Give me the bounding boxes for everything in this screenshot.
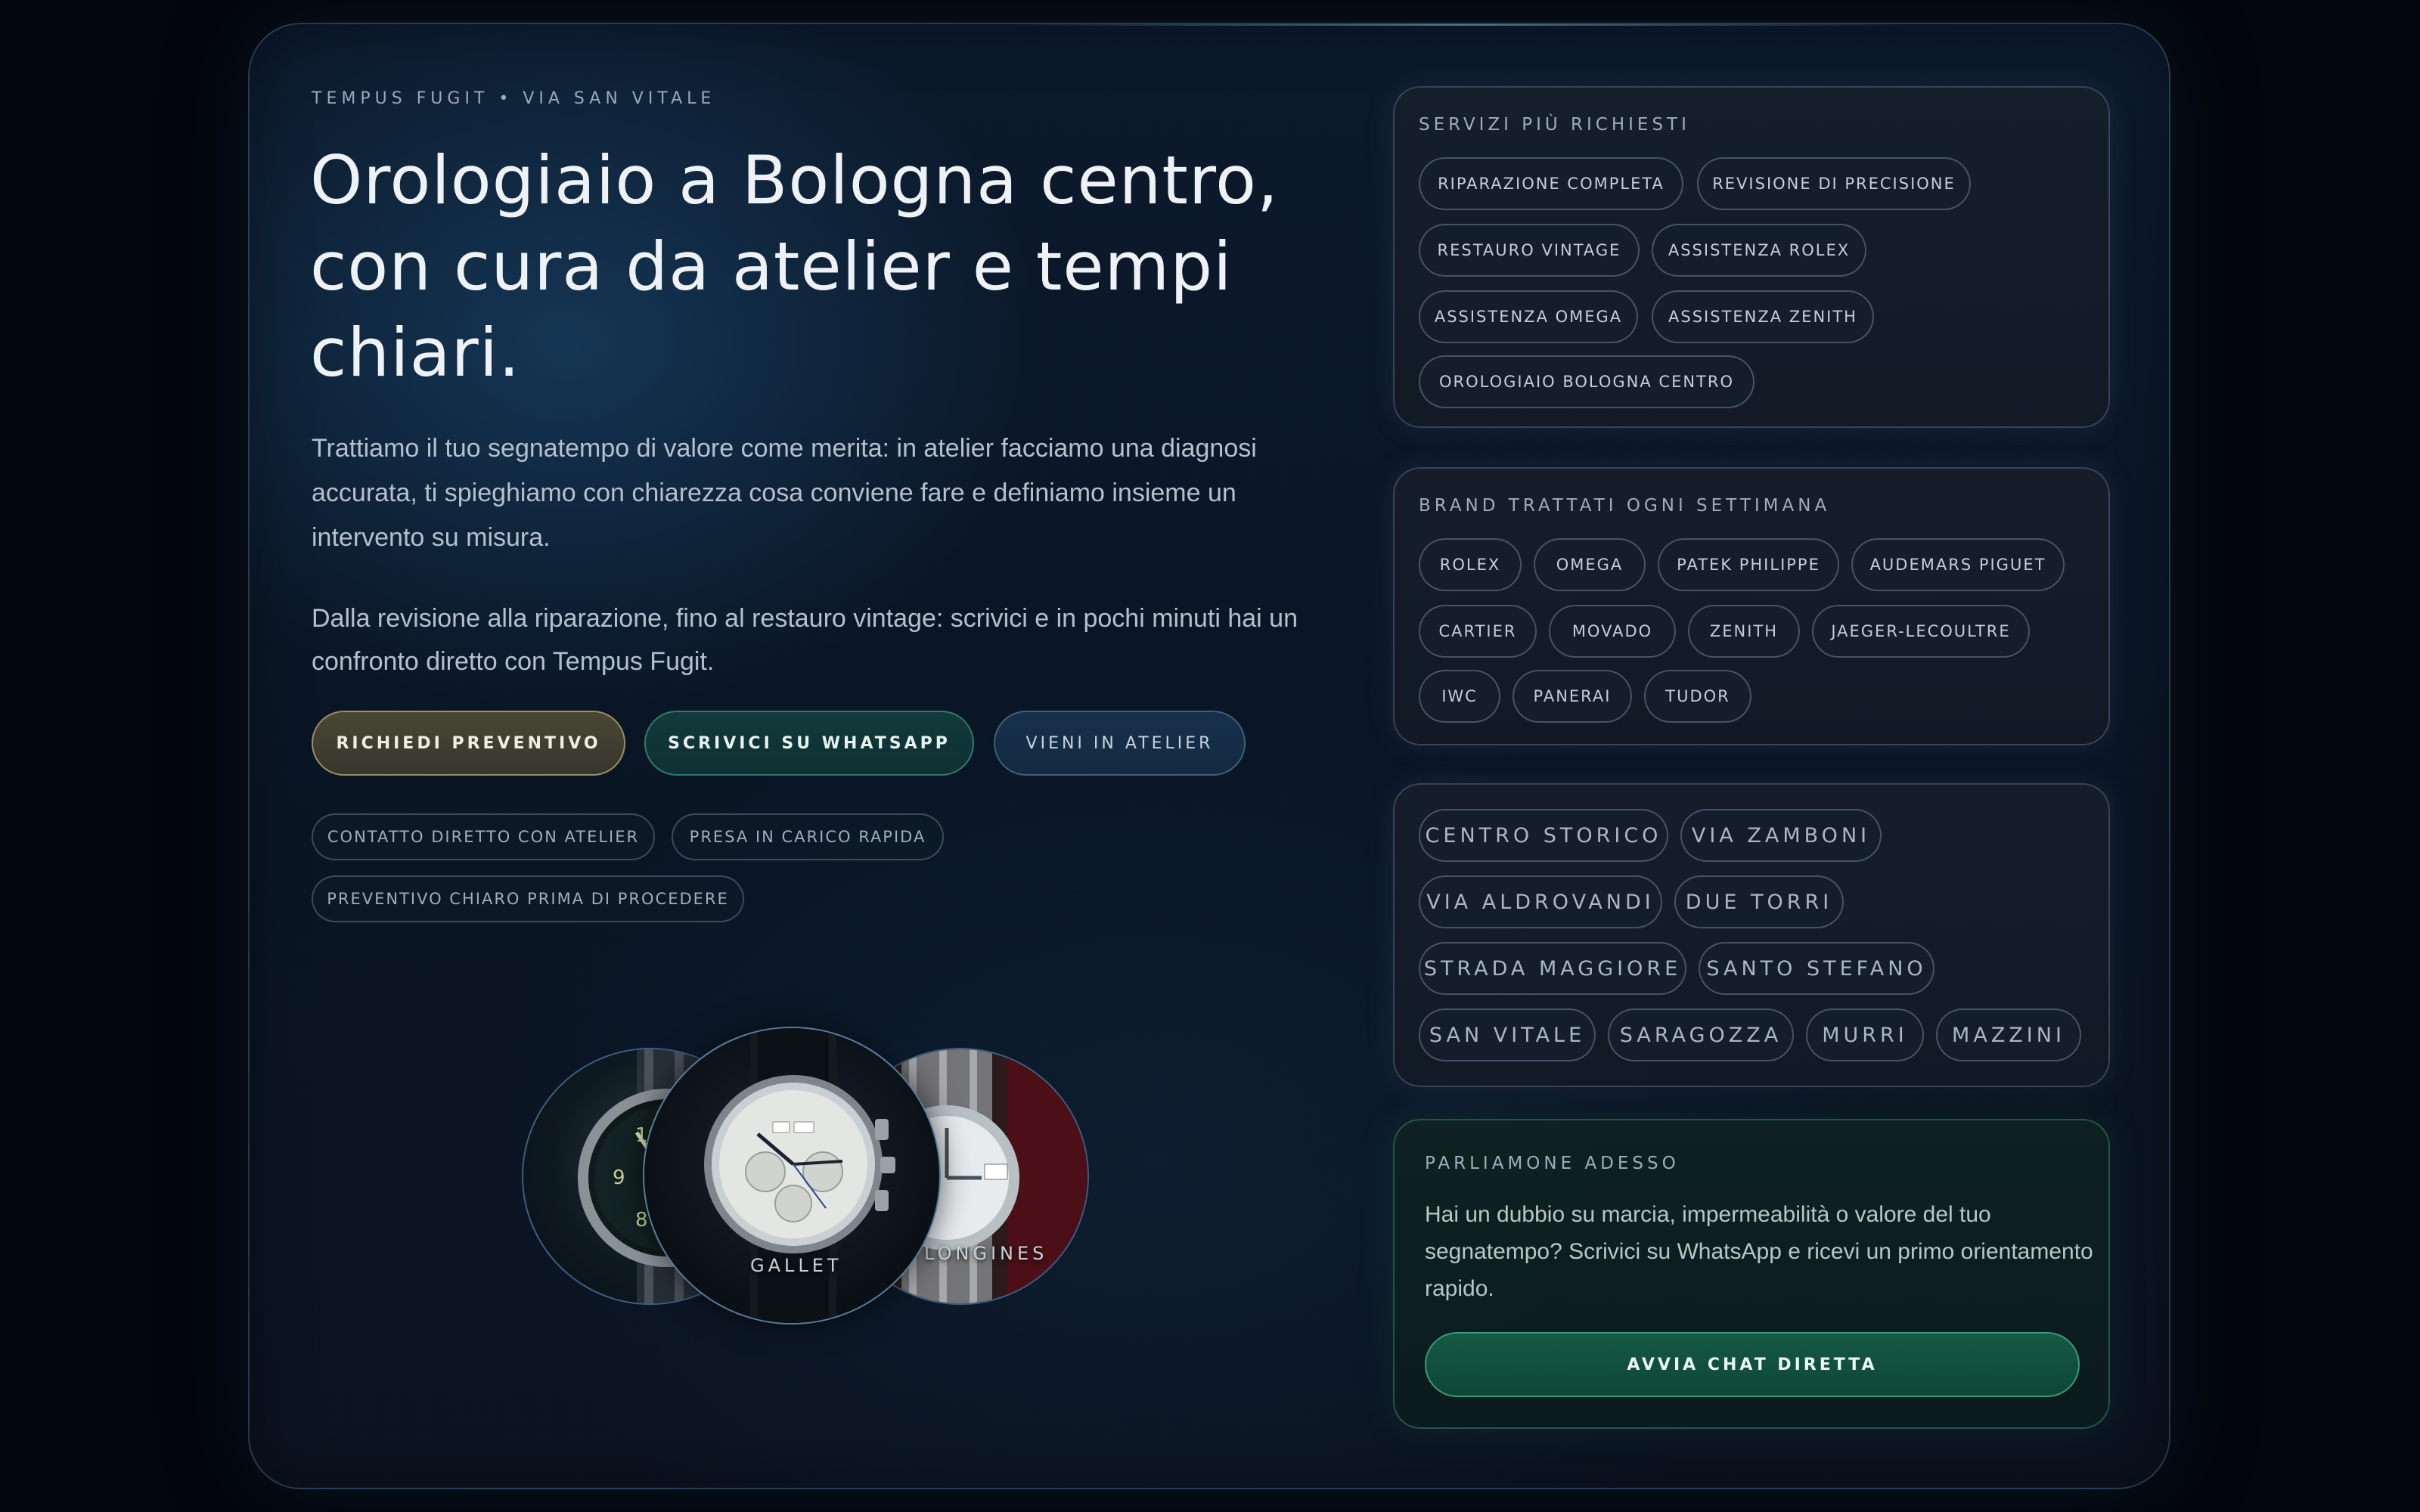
svg-text:9: 9 <box>613 1167 625 1189</box>
service-chip[interactable]: ASSISTENZA OMEGA <box>1419 290 1638 343</box>
brand-chip[interactable]: JAEGER-LECOULTRE <box>1812 605 2030 658</box>
intro-paragraph: Trattiamo il tuo segnatempo di valore co… <box>312 426 1295 560</box>
area-chip[interactable]: CENTRO STORICO <box>1419 809 1668 862</box>
areas-card: CENTRO STORICO VIA ZAMBONI VIA ALDROVAND… <box>1393 783 2110 1087</box>
brand-chip[interactable]: ZENITH <box>1688 605 1800 658</box>
start-chat-button[interactable]: AVVIA CHAT DIRETTA <box>1425 1332 2080 1397</box>
eyebrow-text: TEMPUS FUGIT • VIA SAN VITALE <box>312 89 716 108</box>
service-chip[interactable]: RESTAURO VINTAGE <box>1419 224 1640 277</box>
area-chip[interactable]: VIA ZAMBONI <box>1680 809 1882 862</box>
secondary-line: Dalla revisione alla riparazione, fino a… <box>312 604 1298 633</box>
brands-card: BRAND TRATTATI OGNI SETTIMANA ROLEX OMEG… <box>1393 467 2110 745</box>
svg-text:8: 8 <box>635 1209 648 1232</box>
secondary-line: confronto diretto con Tempus Fugit. <box>312 647 715 676</box>
area-chip[interactable]: MURRI <box>1806 1009 1924 1061</box>
request-quote-button[interactable]: RICHIEDI PREVENTIVO <box>312 711 625 776</box>
title-line: con cura da atelier e tempi <box>310 228 1233 305</box>
whatsapp-button[interactable]: SCRIVICI SU WHATSAPP <box>644 711 974 776</box>
title-line: Orologiaio a Bologna centro, <box>310 141 1279 219</box>
chat-line: rapido. <box>1425 1276 1494 1301</box>
brand-chip[interactable]: PANERAI <box>1512 670 1632 723</box>
hero-panel: TEMPUS FUGIT • VIA SAN VITALE Orologiaio… <box>248 23 2170 1489</box>
secondary-paragraph: Dalla revisione alla riparazione, fino a… <box>312 597 1298 683</box>
brand-chip[interactable]: IWC <box>1419 670 1500 723</box>
brand-chip[interactable]: CARTIER <box>1419 605 1537 658</box>
area-chip[interactable]: DUE TORRI <box>1674 875 1844 928</box>
brand-chip[interactable]: MOVADO <box>1549 605 1676 658</box>
trust-badge: PRESA IN CARICO RAPIDA <box>672 813 944 860</box>
intro-line: Trattiamo il tuo segnatempo di valore co… <box>312 434 1257 463</box>
watch-slide-center[interactable]: GALLET <box>643 1027 941 1325</box>
brand-chip[interactable]: PATEK PHILIPPE <box>1658 538 1839 591</box>
chat-card: PARLIAMONE ADESSO Hai un dubbio su marci… <box>1393 1119 2110 1429</box>
watch-carousel[interactable]: 10 9 8 7 LONGINES <box>476 972 1127 1350</box>
area-chip[interactable]: STRADA MAGGIORE <box>1419 942 1686 995</box>
brand-chip[interactable]: OMEGA <box>1534 538 1646 591</box>
services-title: SERVIZI PIÙ RICHIESTI <box>1419 115 1690 135</box>
top-divider <box>1006 24 1913 26</box>
area-chip[interactable]: SAN VITALE <box>1419 1009 1596 1061</box>
watch-label-center: GALLET <box>750 1255 842 1276</box>
brand-chip[interactable]: TUDOR <box>1644 670 1751 723</box>
service-chip[interactable]: REVISIONE DI PRECISIONE <box>1697 157 1971 210</box>
brand-chip[interactable]: AUDEMARS PIGUET <box>1851 538 2065 591</box>
brands-title: BRAND TRATTATI OGNI SETTIMANA <box>1419 496 1831 516</box>
watch-label-right: LONGINES <box>924 1243 1048 1264</box>
service-chip[interactable]: RIPARAZIONE COMPLETA <box>1419 157 1683 210</box>
area-chip[interactable]: SANTO STEFANO <box>1699 942 1934 995</box>
chat-description: Hai un dubbio su marcia, impermeabilità … <box>1425 1196 2093 1307</box>
chat-line: segnatempo? Scrivici su WhatsApp e ricev… <box>1425 1239 2093 1264</box>
service-chip[interactable]: ASSISTENZA ROLEX <box>1652 224 1866 277</box>
services-card: SERVIZI PIÙ RICHIESTI RIPARAZIONE COMPLE… <box>1393 86 2110 428</box>
chat-line: Hai un dubbio su marcia, impermeabilità … <box>1425 1202 1991 1227</box>
page-title: Orologiaio a Bologna centro, con cura da… <box>310 138 1369 396</box>
brand-chip[interactable]: ROLEX <box>1419 538 1522 591</box>
intro-line: intervento su misura. <box>312 523 551 552</box>
title-line: chiari. <box>310 314 521 392</box>
visit-atelier-button[interactable]: VIENI IN ATELIER <box>994 711 1246 776</box>
gallet-chronograph-image <box>704 1028 895 1323</box>
trust-badge: CONTATTO DIRETTO CON ATELIER <box>312 813 655 860</box>
area-chip[interactable]: SARAGOZZA <box>1608 1009 1794 1061</box>
intro-line: accurata, ti spieghiamo con chiarezza co… <box>312 479 1236 507</box>
chat-title: PARLIAMONE ADESSO <box>1425 1154 1680 1173</box>
service-chip[interactable]: ASSISTENZA ZENITH <box>1652 290 1874 343</box>
area-chip[interactable]: VIA ALDROVANDI <box>1419 875 1662 928</box>
trust-badge: PREVENTIVO CHIARO PRIMA DI PROCEDERE <box>312 875 744 922</box>
area-chip[interactable]: MAZZINI <box>1936 1009 2081 1061</box>
service-chip[interactable]: OROLOGIAIO BOLOGNA CENTRO <box>1419 355 1754 408</box>
